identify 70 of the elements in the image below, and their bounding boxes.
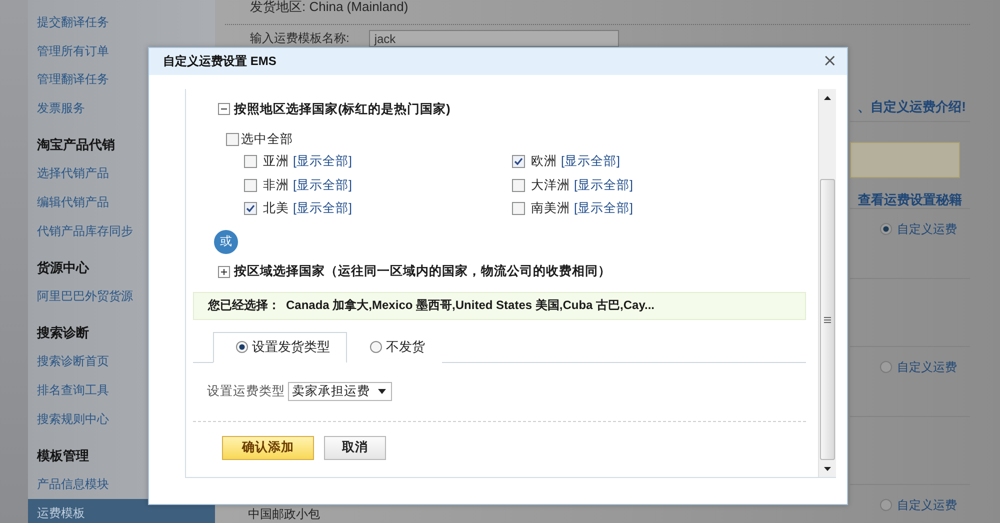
or-badge: 或 xyxy=(214,230,238,254)
option-label: 自定义运费 xyxy=(897,358,957,376)
checkbox[interactable] xyxy=(512,202,525,216)
close-button[interactable]: × xyxy=(820,53,839,70)
template-name-input[interactable]: jack xyxy=(369,30,620,47)
checkbox[interactable] xyxy=(244,155,257,168)
radio-icon[interactable] xyxy=(370,341,382,353)
checkbox-label: 选中全部 xyxy=(241,130,293,148)
checkbox[interactable] xyxy=(226,132,239,146)
section-title: 按照地区选择国家(标红的是热门国家) xyxy=(234,100,450,118)
sidebar-link[interactable]: 编辑代销产品 xyxy=(28,188,113,217)
radio-button[interactable] xyxy=(880,361,892,373)
caret-down-icon[interactable] xyxy=(824,466,831,470)
sidebar-link[interactable]: 产品信息模块 xyxy=(28,470,113,499)
caret-up-icon[interactable] xyxy=(824,96,831,100)
plus-box-icon[interactable] xyxy=(218,266,230,278)
origin-text: 发货地区: China (Mainland) xyxy=(250,0,408,14)
checkbox[interactable] xyxy=(512,155,525,168)
scrollbar-thumb[interactable] xyxy=(820,179,835,460)
grip-icon xyxy=(824,316,831,322)
show-all-link[interactable]: [显示全部] xyxy=(293,176,352,194)
caret-down-icon xyxy=(378,388,386,394)
checkbox[interactable] xyxy=(244,202,257,216)
show-all-link[interactable]: [显示全部] xyxy=(574,200,633,218)
sidebar-link[interactable]: 运费模板 xyxy=(28,499,215,523)
region-label: 非洲 xyxy=(263,176,289,194)
selection-value: Canada 加拿大,Mexico 墨西哥,United States 美国,Cuba 古巴,Cay... xyxy=(286,297,655,314)
tips-link[interactable]: 查看运费设置秘籍 xyxy=(858,193,962,207)
checkbox[interactable] xyxy=(512,178,525,192)
sidebar-heading: 模板管理 xyxy=(36,446,90,465)
sidebar-link[interactable]: 代销产品库存同步 xyxy=(28,216,137,246)
sidebar-link[interactable]: 管理所有订单 xyxy=(28,36,113,66)
region-label: 北美 xyxy=(263,200,289,218)
radio-button[interactable] xyxy=(880,499,892,511)
sidebar-link[interactable]: 提交翻译任务 xyxy=(28,8,113,37)
region-label: 欧洲 xyxy=(531,153,557,170)
section-title: 按区域选择国家（运往同一区域内的国家，物流公司的收费相同） xyxy=(234,263,611,280)
sidebar-heading: 淘宝产品代销 xyxy=(36,136,116,154)
confirm-button[interactable]: 确认添加 xyxy=(222,436,314,460)
field-label: 输入运费模板名称: xyxy=(250,30,350,47)
service-name: 中国邮政小包 xyxy=(248,507,320,521)
minus-box-icon[interactable] xyxy=(218,103,230,115)
checkbox[interactable] xyxy=(244,178,257,192)
shipping-tab[interactable]: 设置发货类型 xyxy=(213,332,347,362)
fee-type-select[interactable]: 卖家承担运费 xyxy=(288,382,392,400)
cancel-button[interactable]: 取消 xyxy=(324,436,386,460)
region-label: 南美洲 xyxy=(531,200,570,218)
sidebar-link[interactable]: 排名查询工具 xyxy=(28,376,113,405)
sidebar-link[interactable]: 搜索诊断首页 xyxy=(28,348,113,376)
show-all-link[interactable]: [显示全部] xyxy=(574,176,633,194)
selection-label: 您已经选择： xyxy=(208,297,280,314)
dialog-title: 自定义运费设置 EMS xyxy=(163,53,276,70)
show-all-link[interactable]: [显示全部] xyxy=(293,153,352,170)
sidebar-link[interactable]: 选择代销产品 xyxy=(28,159,113,188)
intro-link[interactable]: 、自定义运费介绍! xyxy=(858,100,966,114)
sidebar-heading: 货源中心 xyxy=(36,258,90,277)
sidebar-link[interactable]: 搜索规则中心 xyxy=(28,404,113,434)
show-all-link[interactable]: [显示全部] xyxy=(293,200,352,218)
fee-type-label: 设置运费类型 xyxy=(207,382,285,400)
region-label: 大洋洲 xyxy=(531,176,570,194)
sidebar-link[interactable]: 阿里巴巴外贸货源 xyxy=(28,282,137,311)
region-label: 亚洲 xyxy=(263,153,289,170)
sidebar-link[interactable]: 管理翻译任务 xyxy=(28,65,113,94)
sidebar-heading: 搜索诊断 xyxy=(36,324,90,342)
sidebar-link[interactable]: 发票服务 xyxy=(28,94,89,123)
show-all-link[interactable]: [显示全部] xyxy=(561,153,620,170)
option-label: 自定义运费 xyxy=(897,496,957,514)
option-label: 自定义运费 xyxy=(897,220,957,238)
radio-icon[interactable] xyxy=(236,341,248,353)
radio-button[interactable] xyxy=(880,223,892,235)
